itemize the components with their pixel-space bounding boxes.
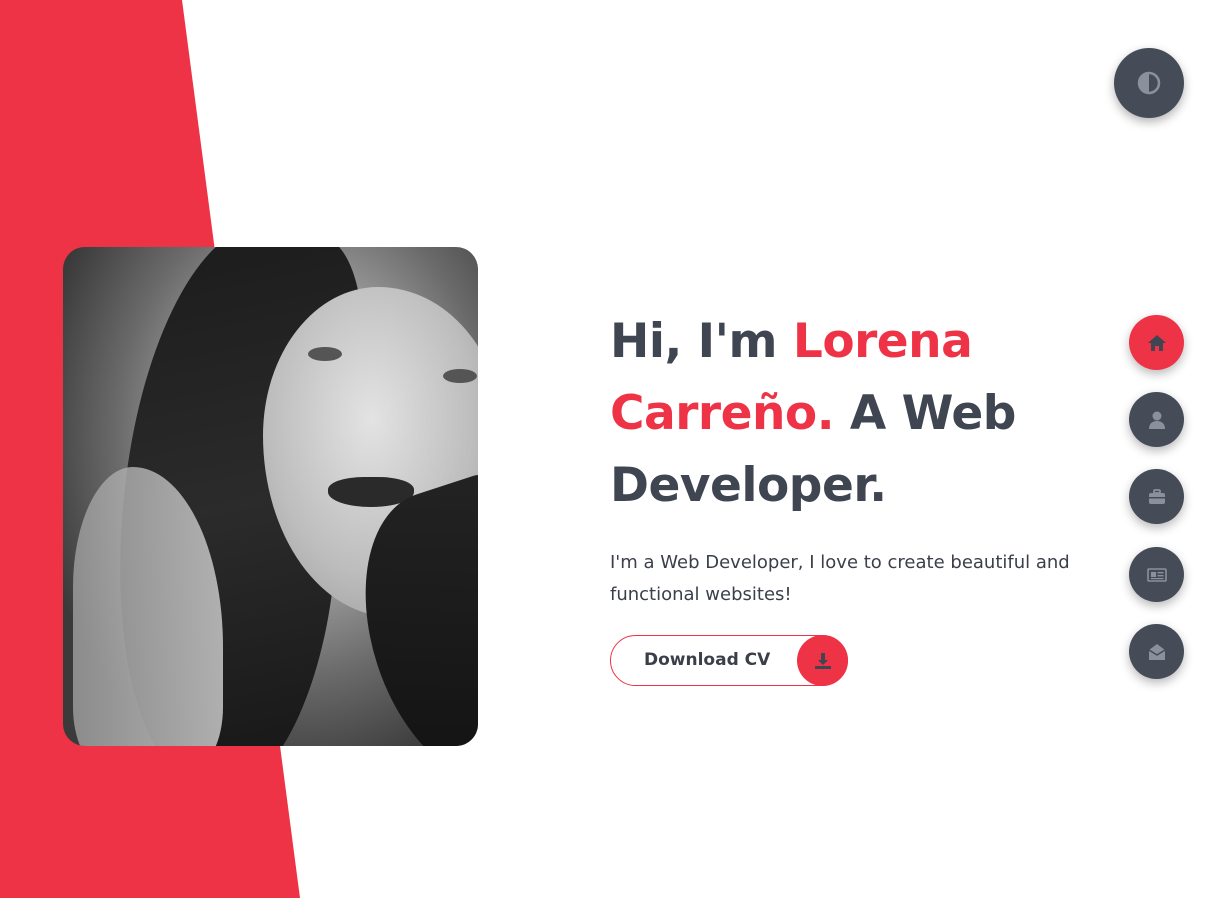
user-icon xyxy=(1148,411,1165,429)
photo-eye-left xyxy=(308,347,342,361)
download-icon-circle[interactable] xyxy=(797,635,848,686)
home-icon xyxy=(1147,334,1166,351)
envelope-open-icon xyxy=(1148,643,1165,660)
hero-description: I'm a Web Developer, I love to create be… xyxy=(610,552,1070,605)
nav-blog-button[interactable] xyxy=(1129,547,1184,602)
newspaper-icon xyxy=(1146,567,1167,582)
nav-about-button[interactable] xyxy=(1129,392,1184,447)
hero-title: Hi, I'm Lorena Carreño. A Web Developer. xyxy=(610,306,1080,522)
contrast-icon xyxy=(1137,71,1161,95)
download-cv-label: Download CV xyxy=(644,650,771,670)
profile-photo xyxy=(63,247,478,746)
hero-title-greeting: Hi, I'm xyxy=(610,314,793,369)
nav-home-button[interactable] xyxy=(1129,315,1184,370)
download-icon xyxy=(814,652,831,669)
nav-contact-button[interactable] xyxy=(1129,624,1184,679)
download-cv-button[interactable]: Download CV xyxy=(610,635,848,686)
photo-eye-right xyxy=(443,369,477,383)
theme-toggle-button[interactable] xyxy=(1114,48,1184,118)
nav-portfolio-button[interactable] xyxy=(1129,469,1184,524)
briefcase-icon xyxy=(1148,488,1165,504)
